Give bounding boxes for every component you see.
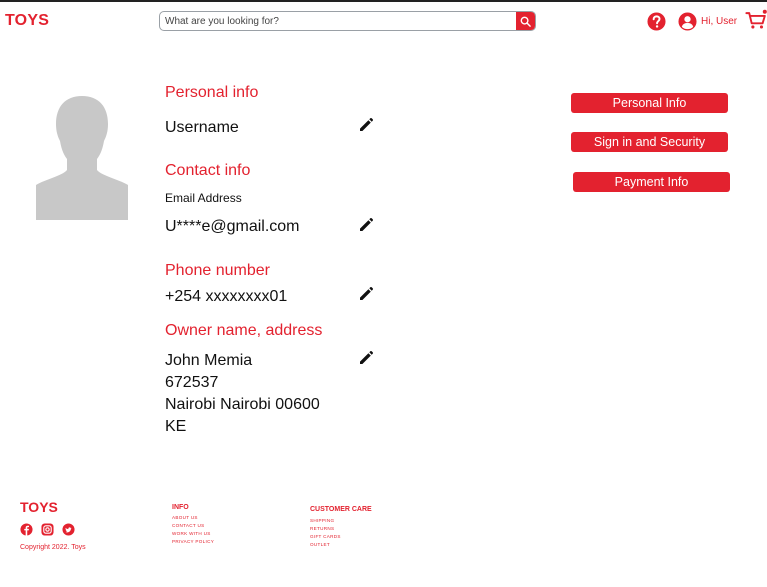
edit-icon[interactable] [358,117,374,133]
footer-logo: TOYS [20,499,58,515]
search-icon [520,16,531,27]
footer-care-title: CUSTOMER CARE [310,506,372,513]
owner-address: John Memia 672537 Nairobi Nairobi 00600 … [165,350,320,438]
owner-name: John Memia [165,352,253,369]
email-value: U****e@gmail.com [165,218,300,235]
footer-link-about[interactable]: ABOUT US [172,515,198,520]
username-value: Username [165,119,239,136]
contact-info-title: Contact info [165,162,251,179]
footer-link-privacy[interactable]: PRIVACY POLICY [172,539,214,544]
edit-icon[interactable] [358,286,374,302]
footer-link-work[interactable]: WORK WITH US [172,531,211,536]
address-line: KE [165,418,187,435]
user-menu[interactable]: Hi, User [678,12,737,31]
owner-title: Owner name, address [165,322,323,339]
footer-info-title: INFO [172,504,189,511]
site-logo[interactable]: TOYS [5,12,49,30]
help-icon[interactable] [647,12,666,31]
sign-in-security-button[interactable]: Sign in and Security [571,132,728,152]
personal-info-button[interactable]: Personal Info [571,93,728,113]
footer-link-returns[interactable]: RETURNS [310,526,334,531]
address-line: Nairobi Nairobi 00600 [165,396,320,413]
avatar [36,96,128,220]
search-button[interactable] [516,12,535,30]
phone-value: +254 xxxxxxxx01 [165,288,288,305]
search-input[interactable] [165,12,515,30]
search-bar [159,11,536,31]
edit-icon[interactable] [358,217,374,233]
address-line: 672537 [165,374,219,391]
email-label: Email Address [165,191,242,205]
top-border [0,0,767,2]
footer-link-shipping[interactable]: SHIPPING [310,518,334,523]
cart-icon[interactable] [745,9,767,31]
payment-info-button[interactable]: Payment Info [573,172,730,192]
edit-icon[interactable] [358,350,374,366]
personal-info-title: Personal info [165,84,259,101]
footer-link-outlet[interactable]: OUTLET [310,542,330,547]
copyright-text: Copyright 2022. Toys [20,544,86,551]
footer-link-contact[interactable]: CONTACT US [172,523,204,528]
phone-title: Phone number [165,262,270,279]
user-icon [678,12,697,31]
instagram-icon[interactable] [41,523,54,536]
user-greeting: Hi, User [701,16,738,27]
footer-link-gift-cards[interactable]: GIFT CARDS [310,534,341,539]
twitter-icon[interactable] [62,523,75,536]
facebook-icon[interactable] [20,523,33,536]
